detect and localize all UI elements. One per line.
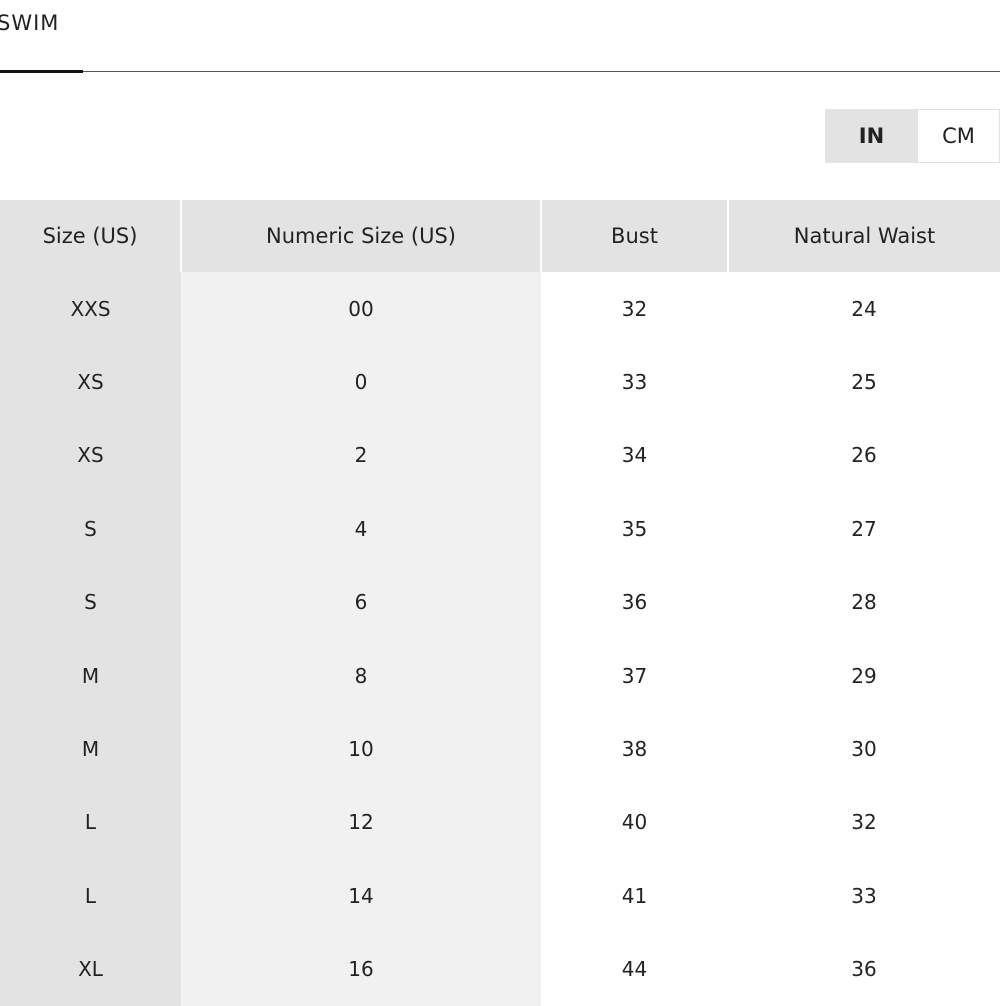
table-row: L 14 41 33 [0,859,1000,933]
cell-bust: 38 [541,712,728,786]
cell-size-us: XS [0,345,181,419]
cell-size-us: S [0,492,181,566]
table-row: L 12 40 32 [0,785,1000,860]
header-bust: Bust [541,200,729,272]
cell-numeric-size: 00 [181,272,541,346]
unit-cm-button[interactable]: CM [918,109,1000,163]
cell-bust: 37 [541,638,728,713]
size-chart-table: Size (US) Numeric Size (US) Bust Natural… [0,200,1000,1006]
cell-natural-waist: 25 [728,345,1000,419]
cell-numeric-size: 0 [181,345,541,419]
table-row: XS 2 34 26 [0,418,1000,493]
cell-natural-waist: 33 [728,859,1000,933]
cell-natural-waist: 26 [728,418,1000,493]
table-row: XL 16 44 36 [0,932,1000,1006]
cell-natural-waist: 36 [728,932,1000,1006]
table-header-row: Size (US) Numeric Size (US) Bust Natural… [0,200,1000,272]
cell-natural-waist: 30 [728,712,1000,786]
cell-bust: 44 [541,932,728,1006]
cell-size-us: M [0,712,181,786]
cell-numeric-size: 8 [181,638,541,713]
cell-numeric-size: 12 [181,785,541,860]
tab-label: SWIM [0,11,60,35]
tab-swim[interactable]: SWIM [0,0,83,73]
header-natural-waist: Natural Waist [728,200,1000,272]
cell-size-us: XXS [0,272,181,346]
unit-in-button[interactable]: IN [825,109,918,163]
cell-size-us: S [0,565,181,639]
cell-natural-waist: 32 [728,785,1000,860]
table-row: M 10 38 30 [0,712,1000,786]
cell-numeric-size: 14 [181,859,541,933]
header-numeric-size-us: Numeric Size (US) [181,200,542,272]
cell-bust: 40 [541,785,728,860]
cell-bust: 41 [541,859,728,933]
tab-bar: SWIM [0,0,1000,73]
table-row: M 8 37 29 [0,638,1000,713]
cell-size-us: M [0,638,181,713]
cell-size-us: L [0,859,181,933]
cell-numeric-size: 2 [181,418,541,493]
cell-size-us: XS [0,418,181,493]
table-row: XXS 00 32 24 [0,272,1000,346]
cell-bust: 32 [541,272,728,346]
cell-numeric-size: 16 [181,932,541,1006]
cell-bust: 36 [541,565,728,639]
cell-natural-waist: 27 [728,492,1000,566]
cell-numeric-size: 10 [181,712,541,786]
cell-size-us: XL [0,932,181,1006]
active-tab-indicator [0,70,83,73]
table-row: S 4 35 27 [0,492,1000,566]
cell-bust: 35 [541,492,728,566]
cell-bust: 34 [541,418,728,493]
cell-numeric-size: 4 [181,492,541,566]
table-row: XS 0 33 25 [0,345,1000,419]
header-size-us: Size (US) [0,200,182,272]
cell-bust: 33 [541,345,728,419]
cell-natural-waist: 28 [728,565,1000,639]
table-row: S 6 36 28 [0,565,1000,639]
cell-size-us: L [0,785,181,860]
unit-toggle: IN CM [825,109,1000,163]
cell-numeric-size: 6 [181,565,541,639]
cell-natural-waist: 24 [728,272,1000,346]
cell-natural-waist: 29 [728,638,1000,713]
